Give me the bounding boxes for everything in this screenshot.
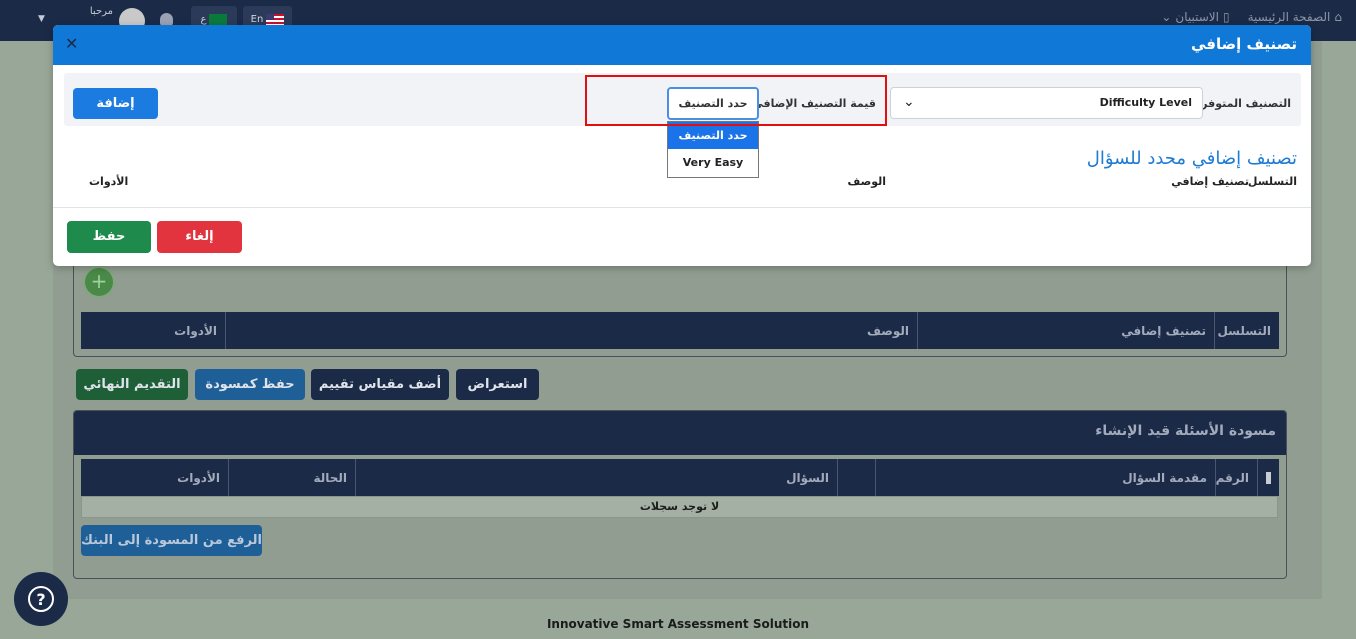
- col-seq-label: التسلسل: [1247, 175, 1297, 188]
- col-question: السؤال: [355, 459, 837, 496]
- final-submit-button[interactable]: التقديم النهائي: [76, 369, 188, 400]
- chevron-down-icon: ⌄: [1161, 10, 1172, 24]
- save-button[interactable]: حفظ: [67, 221, 151, 253]
- draft-title: مسودة الأسئلة قيد الإنشاء: [74, 411, 1286, 455]
- col-blank: [837, 459, 875, 496]
- col-desc-label: الوصف: [847, 175, 886, 188]
- draft-table-header: الرقم مقدمة السؤال السؤال الحالة الأدوات: [81, 459, 1279, 496]
- upload-draft-to-bank-button[interactable]: الرفع من المسودة إلى البنك: [81, 525, 262, 556]
- add-row-button[interactable]: +: [85, 268, 113, 296]
- sa-flag-icon: [209, 13, 228, 25]
- col-status: الحالة: [228, 459, 355, 496]
- section-title: تصنيف إضافي محدد للسؤال: [1086, 148, 1297, 169]
- col-extra: تصنيف إضافي: [917, 312, 1214, 349]
- close-icon[interactable]: ✕: [65, 34, 78, 53]
- add-button[interactable]: إضافة: [73, 88, 158, 119]
- document-icon: ▯: [1222, 10, 1230, 24]
- col-tools-label: الأدوات: [89, 175, 129, 188]
- available-classification-value: Difficulty Level: [1099, 96, 1192, 109]
- nav-survey[interactable]: ▯ الاستبيان ⌄: [1161, 10, 1229, 24]
- us-flag-icon: [266, 13, 285, 25]
- available-classification-label: التصنيف المتوفر:: [1196, 97, 1291, 110]
- col-question-intro: مقدمة السؤال: [875, 459, 1215, 496]
- extra-classification-modal: تصنيف إضافي ✕ التصنيف المتوفر: Difficult…: [53, 25, 1311, 266]
- col-desc: الوصف: [225, 312, 917, 349]
- chevron-down-icon: ⌄: [903, 94, 915, 110]
- modal-title: تصنيف إضافي: [1190, 35, 1297, 53]
- save-draft-button[interactable]: حفظ كمسودة: [195, 369, 305, 400]
- select-all-checkbox[interactable]: [1257, 459, 1279, 496]
- col-extra-label: تصنيف إضافي: [1171, 175, 1249, 188]
- dropdown-option-very-easy[interactable]: Very Easy: [668, 149, 758, 176]
- no-records-text: لا توجد سجلات: [81, 496, 1278, 518]
- nav-home[interactable]: ⌂ الصفحة الرئيسية: [1248, 10, 1342, 24]
- question-icon: ?: [28, 586, 54, 612]
- nav-links: ⌂ الصفحة الرئيسية ▯ الاستبيان ⌄: [1161, 10, 1342, 24]
- modal-header: تصنيف إضافي ✕: [53, 25, 1311, 65]
- available-classification-select[interactable]: Difficulty Level ⌄: [890, 87, 1203, 119]
- classification-value-dropdown: حدد التصنيف Very Easy: [667, 121, 759, 178]
- extra-classification-table-header: التسلسل تصنيف إضافي الوصف الأدوات: [81, 312, 1279, 349]
- home-icon: ⌂: [1334, 10, 1342, 24]
- cancel-button[interactable]: إلغاء: [157, 221, 242, 253]
- col-number: الرقم: [1215, 459, 1257, 496]
- col-tools: الأدوات: [177, 470, 220, 485]
- user-menu-caret-icon[interactable]: ▼: [38, 14, 45, 24]
- footer-text: Innovative Smart Assessment Solution: [546, 617, 810, 631]
- col-seq: التسلسل: [1214, 312, 1279, 349]
- focus-highlight-box: [585, 75, 887, 126]
- add-rating-scale-button[interactable]: أضف مقياس تقييم: [311, 369, 449, 400]
- dropdown-option-select[interactable]: حدد التصنيف: [668, 122, 758, 149]
- help-button[interactable]: ?: [14, 572, 68, 626]
- greeting-text: مرحبا: [89, 6, 113, 17]
- preview-button[interactable]: استعراض: [456, 369, 539, 400]
- col-tools: الأدوات: [174, 323, 217, 338]
- modal-divider: [53, 207, 1311, 208]
